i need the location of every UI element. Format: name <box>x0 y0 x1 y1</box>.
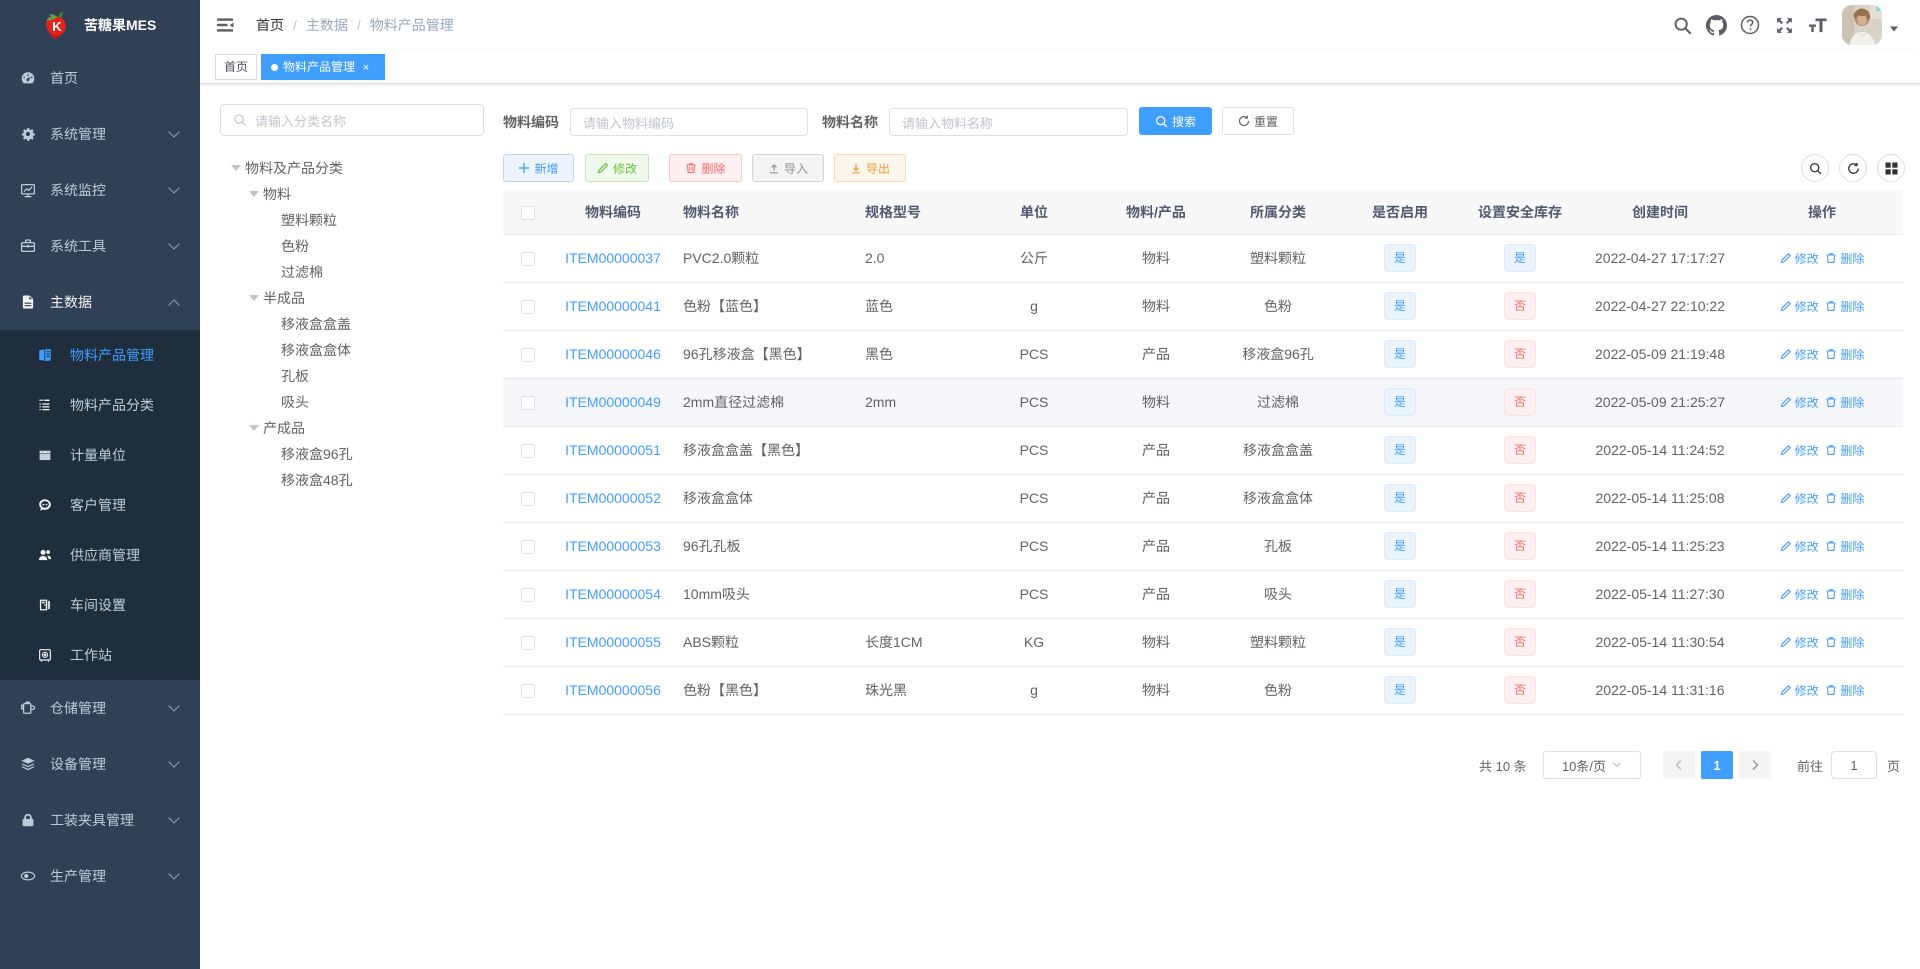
svg-text:K: K <box>52 19 62 34</box>
